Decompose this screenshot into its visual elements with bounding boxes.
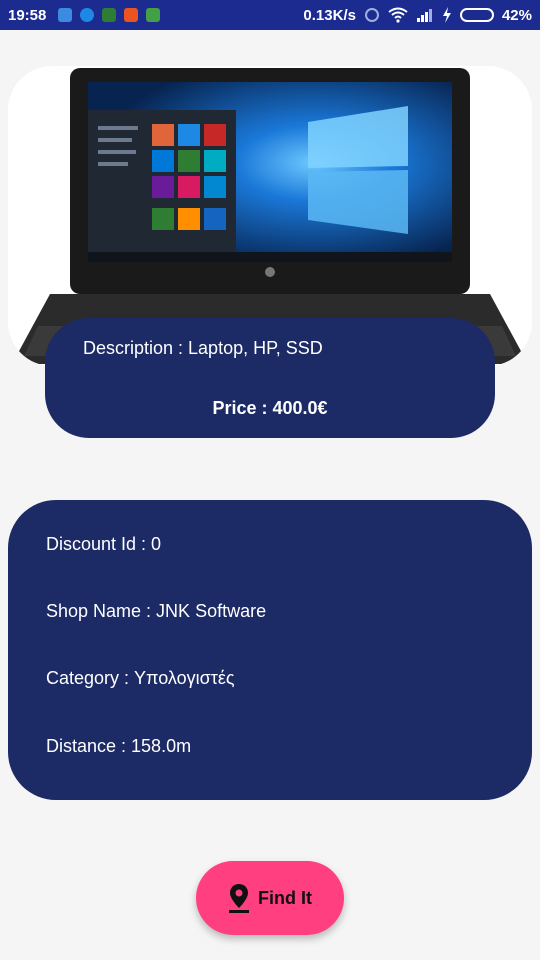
status-time: 19:58 xyxy=(8,6,47,24)
product-price: Price : 400.0€ xyxy=(212,398,328,418)
product-description: Description : Laptop, HP, SSD xyxy=(83,338,323,358)
network-speed: 0.13K/s xyxy=(303,6,356,24)
ubuntu-notification-icon xyxy=(124,8,139,22)
usb-notification-icon xyxy=(58,8,73,22)
find-it-button[interactable]: Find It xyxy=(196,861,344,935)
android-notification-icon xyxy=(146,8,161,22)
battery-icon xyxy=(459,8,494,22)
sync-icon xyxy=(364,8,379,22)
discount-id: Discount Id : 0 xyxy=(46,534,162,554)
find-it-label: Find It xyxy=(258,887,312,908)
signal-icon xyxy=(416,9,432,22)
category: Category : Υπολογιστές xyxy=(46,668,235,688)
distance: Distance : 158.0m xyxy=(46,736,192,756)
messenger-notification-icon xyxy=(80,8,95,22)
app-notification-icon xyxy=(102,8,117,22)
battery-percent: 42% xyxy=(501,6,532,24)
product-summary-card: Description : Laptop, HP, SSD Price : 40… xyxy=(45,318,495,438)
shop-name: Shop Name : JNK Software xyxy=(46,601,267,621)
charging-icon xyxy=(442,7,451,23)
location-pin-icon xyxy=(229,884,249,913)
status-bar: 19:58 0.13K/s 42% xyxy=(0,0,540,30)
discount-details-card: Discount Id : 0 Shop Name : JNK Software… xyxy=(8,500,532,800)
wifi-icon xyxy=(388,7,408,23)
